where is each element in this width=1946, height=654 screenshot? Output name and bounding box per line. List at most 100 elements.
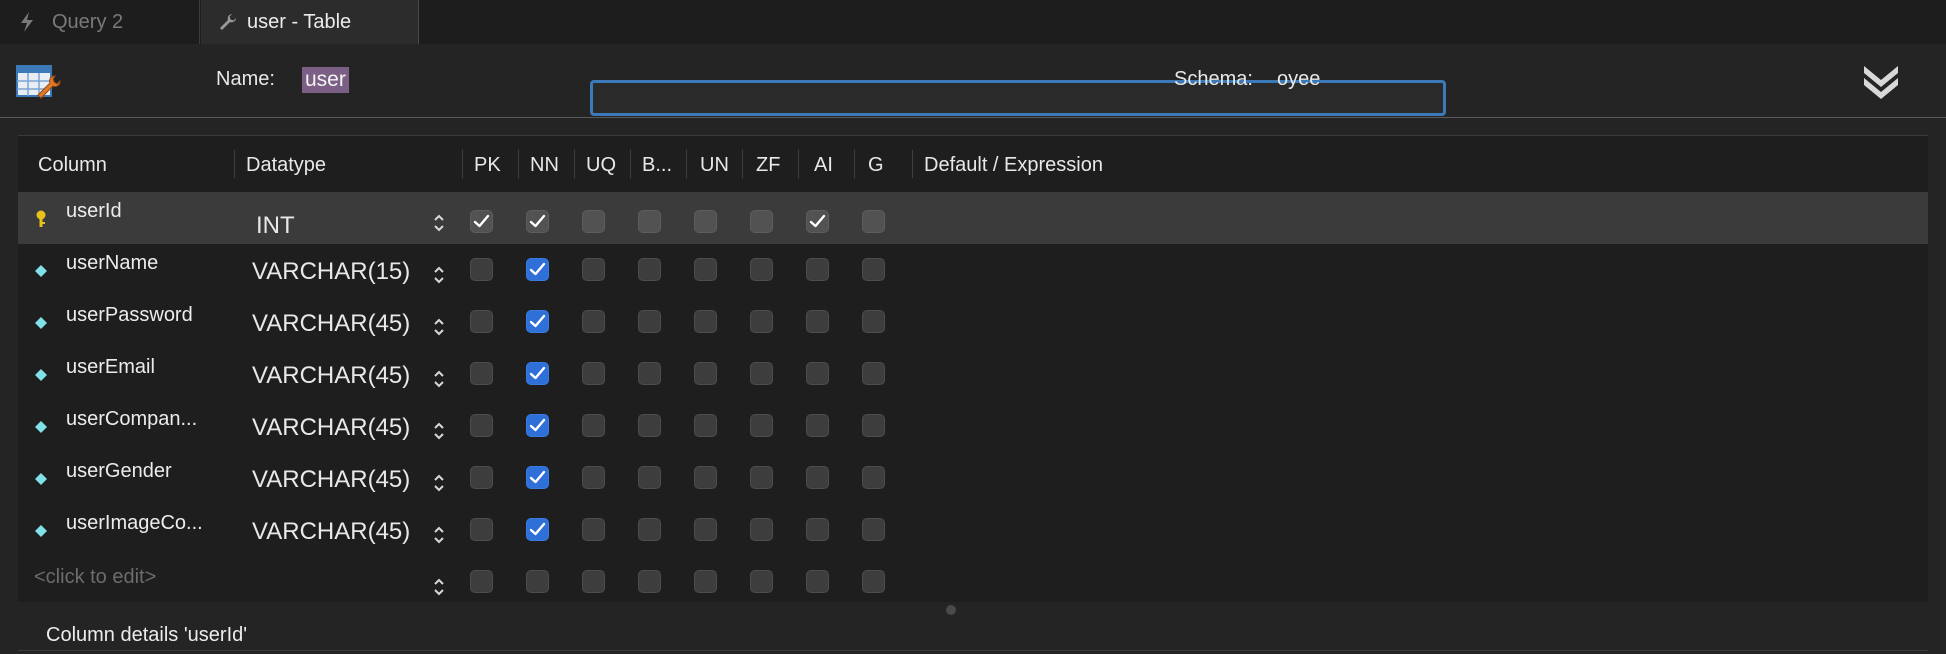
checkbox-un[interactable]	[694, 362, 717, 385]
header-nn[interactable]: NN	[530, 154, 559, 177]
datatype-stepper-icon[interactable]	[432, 316, 446, 338]
header-column[interactable]: Column	[38, 154, 107, 177]
checkbox-ai[interactable]	[806, 258, 829, 281]
table-row[interactable]: userName VARCHAR(15)	[18, 244, 1928, 296]
column-name[interactable]: userEmail	[66, 356, 236, 379]
datatype-stepper-icon[interactable]	[432, 472, 446, 494]
column-datatype[interactable]: VARCHAR(45)	[252, 310, 410, 338]
datatype-stepper-icon[interactable]	[432, 368, 446, 390]
checkbox-nn[interactable]	[526, 310, 549, 333]
checkbox-un[interactable]	[694, 518, 717, 541]
checkbox-nn[interactable]	[526, 466, 549, 489]
checkbox-nn[interactable]	[526, 210, 549, 233]
header-uq[interactable]: UQ	[586, 154, 616, 177]
checkbox-uq[interactable]	[582, 414, 605, 437]
checkbox-uq[interactable]	[582, 570, 605, 593]
column-name[interactable]: userId	[66, 200, 236, 223]
header-ai[interactable]: AI	[814, 154, 833, 177]
checkbox-un[interactable]	[694, 310, 717, 333]
checkbox-nn[interactable]	[526, 414, 549, 437]
checkbox-pk[interactable]	[470, 210, 493, 233]
checkbox-ai[interactable]	[806, 518, 829, 541]
checkbox-g[interactable]	[862, 414, 885, 437]
checkbox-ai[interactable]	[806, 570, 829, 593]
column-datatype[interactable]: VARCHAR(45)	[252, 414, 410, 442]
column-name[interactable]: userPassword	[66, 304, 236, 327]
checkbox-uq[interactable]	[582, 362, 605, 385]
header-binary[interactable]: B...	[642, 154, 672, 177]
table-row[interactable]: userId INT	[18, 192, 1928, 244]
table-name-field[interactable]: user	[295, 62, 1446, 116]
checkbox-zf[interactable]	[750, 258, 773, 281]
checkbox-zf[interactable]	[750, 466, 773, 489]
checkbox-g[interactable]	[862, 258, 885, 281]
checkbox-zf[interactable]	[750, 310, 773, 333]
table-row[interactable]: userGender VARCHAR(45)	[18, 452, 1928, 504]
checkbox-g[interactable]	[862, 466, 885, 489]
checkbox-pk[interactable]	[470, 362, 493, 385]
checkbox-uq[interactable]	[582, 466, 605, 489]
checkbox-g[interactable]	[862, 362, 885, 385]
checkbox-nn[interactable]	[526, 570, 549, 593]
column-name[interactable]: userName	[66, 252, 236, 275]
column-datatype[interactable]: VARCHAR(15)	[252, 258, 410, 286]
datatype-stepper-icon[interactable]	[432, 524, 446, 546]
checkbox-uq[interactable]	[582, 518, 605, 541]
checkbox-un[interactable]	[694, 210, 717, 233]
column-datatype[interactable]: INT	[256, 212, 295, 240]
checkbox-zf[interactable]	[750, 210, 773, 233]
header-separator[interactable]	[518, 150, 519, 178]
header-separator[interactable]	[912, 150, 913, 178]
table-row[interactable]: userEmail VARCHAR(45)	[18, 348, 1928, 400]
checkbox-nn[interactable]	[526, 258, 549, 281]
table-row[interactable]: userPassword VARCHAR(45)	[18, 296, 1928, 348]
checkbox-g[interactable]	[862, 570, 885, 593]
checkbox-g[interactable]	[862, 310, 885, 333]
checkbox-binary[interactable]	[638, 414, 661, 437]
checkbox-un[interactable]	[694, 414, 717, 437]
header-separator[interactable]	[630, 150, 631, 178]
header-separator[interactable]	[686, 150, 687, 178]
column-name[interactable]: userGender	[66, 460, 236, 483]
checkbox-uq[interactable]	[582, 310, 605, 333]
checkbox-binary[interactable]	[638, 258, 661, 281]
checkbox-binary[interactable]	[638, 310, 661, 333]
header-datatype[interactable]: Datatype	[246, 154, 326, 177]
checkbox-pk[interactable]	[470, 518, 493, 541]
header-g[interactable]: G	[868, 154, 884, 177]
checkbox-pk[interactable]	[470, 570, 493, 593]
column-datatype[interactable]: VARCHAR(45)	[252, 466, 410, 494]
checkbox-nn[interactable]	[526, 518, 549, 541]
header-separator[interactable]	[574, 150, 575, 178]
checkbox-un[interactable]	[694, 258, 717, 281]
table-row[interactable]: userCompan... VARCHAR(45)	[18, 400, 1928, 452]
checkbox-binary[interactable]	[638, 210, 661, 233]
checkbox-binary[interactable]	[638, 362, 661, 385]
new-column-row[interactable]: <click to edit>	[18, 556, 1928, 608]
checkbox-un[interactable]	[694, 466, 717, 489]
checkbox-nn[interactable]	[526, 362, 549, 385]
header-separator[interactable]	[742, 150, 743, 178]
tab-user-table[interactable]: user - Table	[201, 0, 419, 44]
column-name[interactable]: userCompan...	[66, 408, 236, 431]
checkbox-binary[interactable]	[638, 570, 661, 593]
header-pk[interactable]: PK	[474, 154, 501, 177]
checkbox-g[interactable]	[862, 210, 885, 233]
header-separator[interactable]	[462, 150, 463, 178]
checkbox-binary[interactable]	[638, 518, 661, 541]
checkbox-ai[interactable]	[806, 362, 829, 385]
checkbox-pk[interactable]	[470, 414, 493, 437]
checkbox-g[interactable]	[862, 518, 885, 541]
header-separator[interactable]	[798, 150, 799, 178]
checkbox-zf[interactable]	[750, 570, 773, 593]
header-zf[interactable]: ZF	[756, 154, 780, 177]
checkbox-ai[interactable]	[806, 210, 829, 233]
column-datatype[interactable]: VARCHAR(45)	[252, 518, 410, 546]
header-un[interactable]: UN	[700, 154, 729, 177]
checkbox-zf[interactable]	[750, 362, 773, 385]
tab-query-2[interactable]: Query 2	[0, 0, 200, 44]
datatype-stepper-icon[interactable]	[432, 420, 446, 442]
column-name[interactable]: userImageCo...	[66, 512, 236, 535]
checkbox-ai[interactable]	[806, 414, 829, 437]
checkbox-pk[interactable]	[470, 466, 493, 489]
